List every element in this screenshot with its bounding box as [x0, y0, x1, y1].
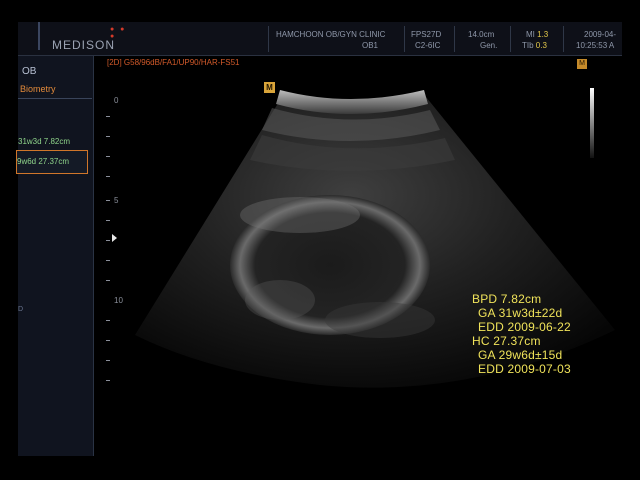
bpd-edd: EDD 2009-06-22: [478, 320, 571, 334]
bpd-list-item[interactable]: 31w3d 7.82cm: [18, 137, 70, 146]
depth-tick: [106, 176, 110, 177]
probe-name: C2-6IC: [415, 41, 441, 50]
hc-result: HC 27.37cm: [472, 334, 541, 348]
orientation-marker-icon: M: [577, 59, 587, 69]
depth-value: 14.0cm: [468, 30, 495, 39]
image-parameters: [2D] G58/96dB/FA1/UP90/HAR-FS51: [107, 58, 240, 67]
ultrasound-image: [135, 90, 615, 388]
medison-logo: ● ● ● MEDISON: [44, 26, 134, 52]
measurement-panel: OB Biometry 31w3d 7.82cm 9w6d 27.37cm D: [16, 56, 94, 456]
mode-value: Gen.: [480, 41, 498, 50]
tib-readout: TIb 0.3: [522, 41, 547, 50]
panel-title: OB: [22, 66, 37, 77]
brand-name: MEDISON: [52, 38, 116, 52]
depth-tick: [106, 320, 110, 321]
header-divider: [563, 26, 564, 52]
depth-tick: [106, 200, 110, 201]
hc-edd: EDD 2009-07-03: [478, 362, 571, 376]
bpd-ga: GA 31w3d±22d: [478, 306, 563, 320]
measurement-results: BPD 7.82cm GA 31w3d±22d EDD 2009-06-22 H…: [472, 292, 598, 380]
mi-label: MI: [526, 30, 535, 39]
depth-tick: [106, 280, 110, 281]
bpd-result: BPD 7.82cm: [472, 292, 542, 306]
depth-label-0: 0: [114, 96, 119, 105]
application-name: OB1: [362, 41, 379, 50]
depth-label-10: 10: [114, 296, 123, 305]
hc-list-item-label: 9w6d 27.37cm: [17, 157, 70, 166]
hc-list-item-selected[interactable]: 9w6d 27.37cm: [16, 150, 88, 174]
depth-tick: [106, 240, 110, 241]
probe-fps: FPS27D: [411, 30, 442, 39]
panel-divider: [18, 98, 92, 99]
depth-tick: [106, 136, 110, 137]
hc-ga: GA 29w6d±15d: [478, 348, 563, 362]
clinic-name: HAMCHOON OB/GYN CLINIC: [276, 30, 386, 39]
header-divider: [510, 26, 511, 52]
depth-scale: 0 5 10: [104, 96, 126, 396]
exam-time: 10:25:53 A: [576, 41, 615, 50]
focus-cursor-icon: [112, 234, 117, 242]
depth-tick: [106, 156, 110, 157]
exam-date: 2009-04-: [584, 30, 617, 39]
header-bar: ● ● ● MEDISON HAMCHOON OB/GYN CLINIC OB1…: [18, 22, 622, 56]
mi-readout: MI 1.3: [526, 30, 548, 39]
logo-divider: [38, 22, 40, 50]
mi-value: 1.3: [537, 30, 549, 39]
depth-label-5: 5: [114, 196, 119, 205]
depth-tick: [106, 220, 110, 221]
depth-tick: [106, 116, 110, 117]
depth-tick: [106, 340, 110, 341]
tib-value: 0.3: [535, 41, 547, 50]
tib-label: TIb: [522, 41, 534, 50]
biometry-tab[interactable]: Biometry: [20, 84, 56, 94]
depth-tick: [106, 380, 110, 381]
header-divider: [268, 26, 269, 52]
panel-footer-char: D: [18, 306, 24, 313]
focus-marker-icon: M: [264, 82, 275, 93]
depth-tick: [106, 260, 110, 261]
depth-tick: [106, 360, 110, 361]
header-divider: [454, 26, 455, 52]
grayscale-bar: [590, 88, 594, 158]
header-divider: [404, 26, 405, 52]
